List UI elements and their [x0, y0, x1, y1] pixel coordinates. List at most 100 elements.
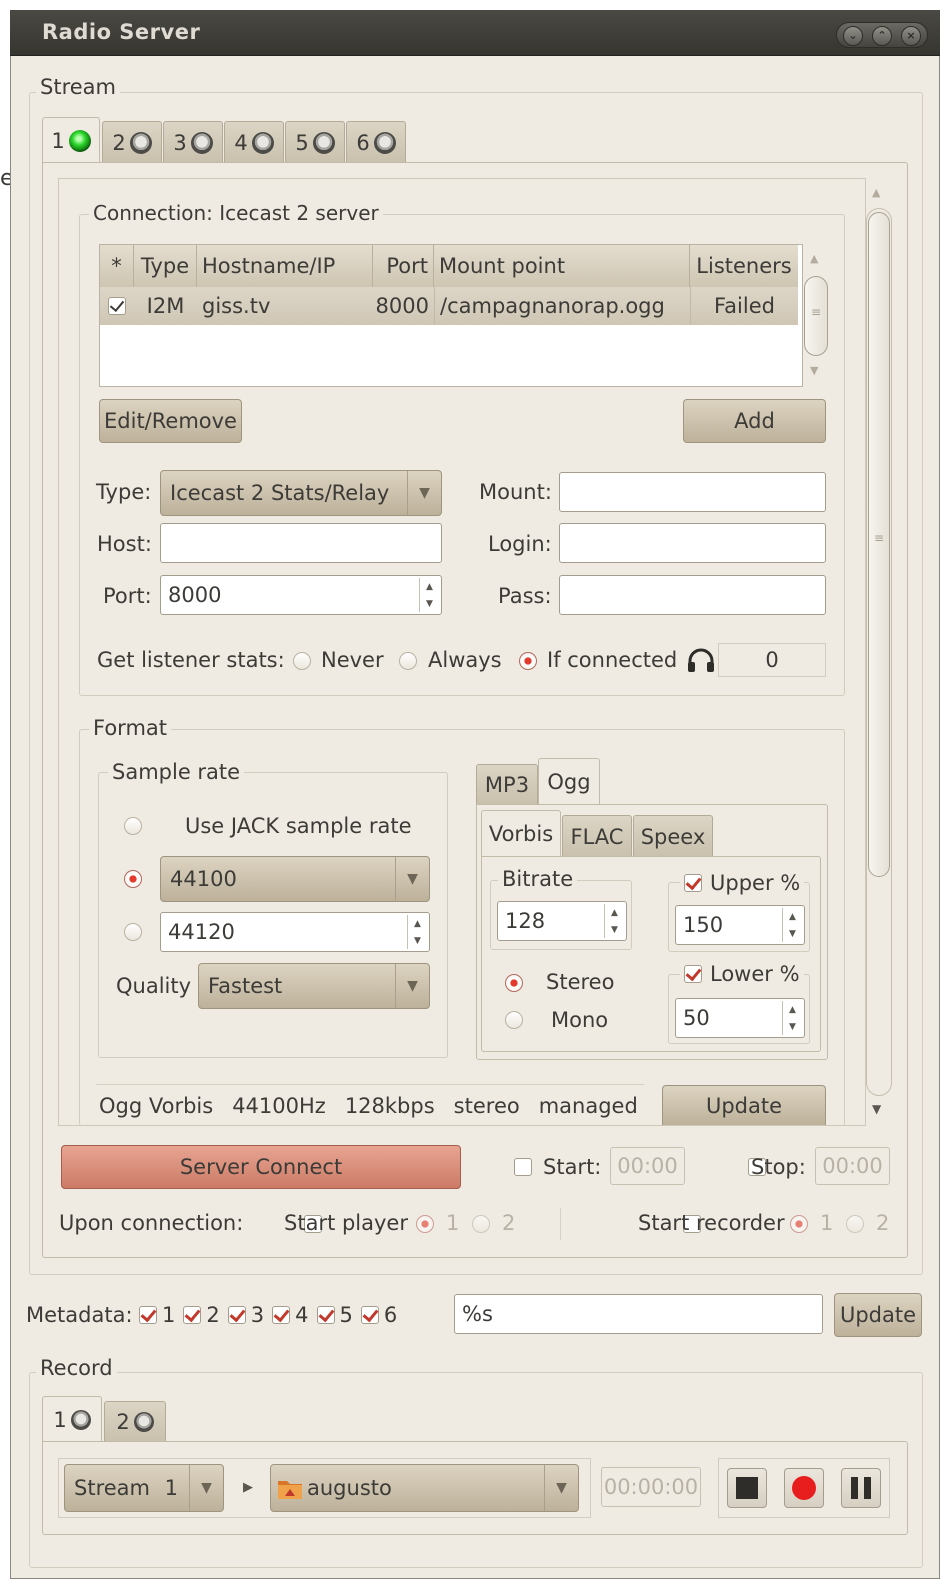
main-scrollbar-thumb[interactable]: ≡ — [868, 212, 890, 877]
stereo-radio[interactable] — [505, 974, 523, 992]
spinner-arrows-icon[interactable]: ▲ ▼ — [419, 578, 439, 612]
rate-custom-radio[interactable] — [124, 923, 142, 941]
type-combo[interactable]: Icecast 2 Stats/Relay ▼ — [160, 470, 442, 516]
column-header-mount-point[interactable]: Mount point — [434, 245, 690, 287]
pass-label: Pass: — [498, 584, 552, 608]
stop-time-input[interactable]: 00:00 — [815, 1147, 890, 1185]
player-option-1-radio[interactable] — [416, 1215, 434, 1233]
lower-checkbox[interactable] — [684, 965, 702, 983]
metadata-checkbox-1[interactable] — [139, 1306, 157, 1324]
list-scroll-up-icon[interactable]: ▲ — [810, 252, 818, 265]
lower-checkbox-label[interactable]: Lower % — [680, 962, 804, 986]
host-input[interactable] — [160, 523, 442, 563]
metadata-checkbox-3[interactable] — [227, 1306, 246, 1324]
column-header-hostname[interactable]: Hostname/IP — [197, 245, 373, 287]
tab-stream-1[interactable]: 1 — [42, 117, 100, 163]
minimize-icon[interactable]: ⌄ — [843, 26, 863, 46]
use-jack-radio[interactable] — [124, 817, 142, 835]
recorder-option-1-label: 1 — [820, 1211, 834, 1235]
tab-speex[interactable]: Speex — [633, 815, 713, 857]
row-enabled-checkbox[interactable] — [108, 297, 126, 315]
grip-icon: ≡ — [810, 305, 822, 319]
row-port: 8000 — [375, 294, 429, 318]
port-spinner[interactable]: 8000 ▲ ▼ — [160, 575, 442, 615]
column-header-port[interactable]: Port — [373, 245, 434, 287]
status-led-off-icon — [373, 131, 396, 154]
metadata-checkbox-4[interactable] — [272, 1306, 291, 1324]
upper-value: 150 — [683, 913, 724, 937]
sample-rate-combo[interactable]: 44100 ▼ — [160, 856, 430, 902]
summary-rate: 44100Hz — [232, 1094, 326, 1118]
upper-checkbox[interactable] — [684, 874, 702, 892]
rate-combo-radio[interactable] — [124, 870, 142, 888]
column-header-enabled[interactable]: * — [100, 245, 134, 287]
pause-record-button[interactable] — [841, 1468, 881, 1508]
bitrate-spinner[interactable]: 128 ▲ ▼ — [497, 901, 627, 941]
lower-value: 50 — [683, 1006, 710, 1030]
tab-mp3[interactable]: MP3 — [476, 764, 538, 804]
metadata-stream-checks: 1 2 3 4 5 6 — [139, 1303, 397, 1327]
tab-stream-2[interactable]: 2 — [102, 121, 162, 163]
tab-flac[interactable]: FLAC — [562, 815, 632, 857]
chevron-down-icon: ▼ — [407, 471, 441, 515]
record-source-combo[interactable]: Stream 1 ▼ — [64, 1464, 224, 1512]
metadata-checkbox-6[interactable] — [360, 1306, 379, 1324]
scroll-up-icon[interactable]: ▲ — [872, 186, 880, 199]
server-list-scrollbar-thumb[interactable]: ≡ — [804, 276, 828, 356]
spinner-arrows-icon[interactable]: ▲ ▼ — [782, 1001, 802, 1035]
tab-record-2[interactable]: 2 — [104, 1401, 166, 1442]
metadata-checkbox-5[interactable] — [316, 1306, 335, 1324]
table-row[interactable]: I2M giss.tv 8000 /campagnanorap.ogg Fail… — [100, 287, 798, 325]
column-header-listeners[interactable]: Listeners — [690, 245, 798, 287]
start-time-input[interactable]: 00:00 — [610, 1147, 685, 1185]
list-scroll-down-icon[interactable]: ▼ — [810, 364, 818, 377]
tab-label: Vorbis — [488, 822, 554, 846]
tab-vorbis[interactable]: Vorbis — [481, 810, 561, 857]
metadata-checkbox-2[interactable] — [183, 1306, 202, 1324]
never-radio[interactable] — [293, 652, 311, 670]
sample-rate-combo-value: 44100 — [170, 867, 237, 891]
recorder-option-2-radio[interactable] — [846, 1215, 864, 1233]
tab-ogg[interactable]: Ogg — [538, 758, 600, 805]
quality-combo[interactable]: Fastest ▼ — [198, 963, 430, 1009]
tab-label: 4 — [234, 130, 248, 155]
spinner-arrows-icon[interactable]: ▲ ▼ — [782, 908, 802, 942]
stop-record-button[interactable] — [727, 1468, 767, 1508]
if-connected-radio[interactable] — [519, 652, 537, 670]
start-checkbox[interactable] — [514, 1158, 532, 1176]
tab-record-1[interactable]: 1 — [42, 1396, 102, 1442]
close-icon[interactable]: × — [901, 26, 921, 46]
server-connect-button[interactable]: Server Connect — [61, 1145, 461, 1189]
column-header-type[interactable]: Type — [134, 245, 197, 287]
metadata-input[interactable]: %s — [454, 1294, 823, 1334]
upper-checkbox-label[interactable]: Upper % — [680, 871, 805, 895]
tab-label: MP3 — [484, 772, 530, 797]
spinner-arrows-icon[interactable]: ▲ ▼ — [407, 915, 427, 949]
add-button[interactable]: Add — [683, 399, 826, 443]
pass-input[interactable] — [559, 575, 826, 615]
tab-label: Ogg — [547, 770, 591, 794]
format-update-button[interactable]: Update — [662, 1085, 826, 1125]
type-combo-value: Icecast 2 Stats/Relay — [170, 481, 390, 505]
mono-radio[interactable] — [505, 1011, 523, 1029]
custom-rate-spinner[interactable]: 44120 ▲ ▼ — [160, 912, 430, 952]
metadata-update-button[interactable]: Update — [834, 1293, 922, 1337]
maximize-icon[interactable]: ⌃ — [872, 26, 892, 46]
tab-stream-4[interactable]: 4 — [224, 121, 284, 163]
tab-stream-5[interactable]: 5 — [285, 121, 345, 163]
tab-stream-6[interactable]: 6 — [346, 121, 406, 163]
recorder-option-2-label: 2 — [876, 1211, 890, 1235]
upper-spinner[interactable]: 150 ▲ ▼ — [675, 905, 805, 945]
lower-spinner[interactable]: 50 ▲ ▼ — [675, 998, 805, 1038]
always-radio[interactable] — [399, 652, 417, 670]
player-option-2-radio[interactable] — [472, 1215, 490, 1233]
edit-remove-button[interactable]: Edit/Remove — [99, 399, 242, 443]
recorder-option-1-radio[interactable] — [790, 1215, 808, 1233]
start-record-button[interactable] — [784, 1468, 824, 1508]
mount-input[interactable] — [559, 472, 826, 512]
scroll-down-icon[interactable]: ▼ — [872, 1102, 881, 1116]
tab-stream-3[interactable]: 3 — [163, 121, 223, 163]
record-folder-combo[interactable]: augusto ▼ — [270, 1464, 579, 1512]
login-input[interactable] — [559, 523, 826, 563]
spinner-arrows-icon[interactable]: ▲ ▼ — [604, 904, 624, 938]
